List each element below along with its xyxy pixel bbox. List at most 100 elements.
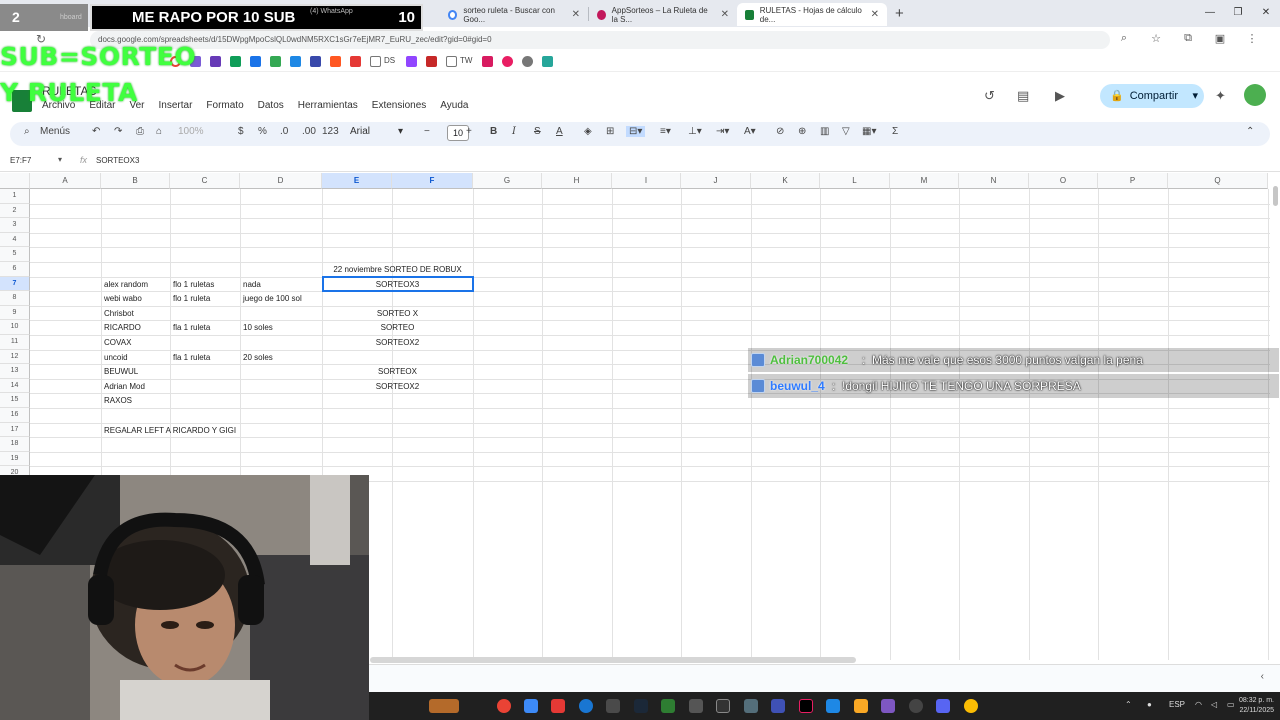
row-header[interactable]: 4 xyxy=(0,232,30,248)
horizontal-align-icon[interactable]: ≡▾ xyxy=(660,126,671,137)
search-icon[interactable]: ⌕ xyxy=(24,126,30,137)
paint-format-icon[interactable]: ⌂ xyxy=(156,126,162,137)
system-clock[interactable]: 08:32 p. m. 22/11/2025 xyxy=(1239,696,1274,716)
close-icon[interactable]: ✕ xyxy=(566,9,580,20)
row-header[interactable]: 17 xyxy=(0,422,30,438)
chrome-icon[interactable] xyxy=(964,699,978,713)
menu-ayuda[interactable]: Ayuda xyxy=(440,100,468,111)
app-icon[interactable] xyxy=(909,699,923,713)
bookmark-star-icon[interactable]: ☆ xyxy=(1148,32,1164,45)
comments-icon[interactable]: ▤ xyxy=(1017,88,1029,104)
app-icon[interactable] xyxy=(826,699,840,713)
widgets-icon[interactable] xyxy=(429,699,459,713)
cell-b13[interactable]: BEUWUL xyxy=(104,367,138,376)
bookmark-icon[interactable] xyxy=(210,56,221,67)
percent-button[interactable]: % xyxy=(258,126,267,137)
file-explorer-icon[interactable] xyxy=(854,699,868,713)
column-header[interactable]: M xyxy=(890,173,959,189)
volume-icon[interactable]: ◁ xyxy=(1211,700,1217,709)
vertical-align-icon[interactable]: ⊥▾ xyxy=(688,126,702,137)
row-header[interactable]: 10 xyxy=(0,320,30,335)
row-header[interactable]: 15 xyxy=(0,393,30,408)
battery-icon[interactable]: ▭ xyxy=(1227,700,1235,709)
currency-button[interactable]: $ xyxy=(238,126,244,137)
folder-icon[interactable] xyxy=(370,56,381,67)
bookmark-icon[interactable] xyxy=(230,56,241,67)
app-icon[interactable] xyxy=(551,699,565,713)
cell-c12[interactable]: fla 1 ruleta xyxy=(173,353,210,362)
chrome-menu-icon[interactable]: ⋮ xyxy=(1244,32,1260,45)
row-header[interactable]: 5 xyxy=(0,247,30,262)
language-indicator[interactable]: ESP xyxy=(1169,700,1185,709)
column-header[interactable]: E xyxy=(322,173,392,189)
menu-herramientas[interactable]: Herramientas xyxy=(298,100,358,111)
chevron-left-icon[interactable]: ‹ xyxy=(1261,671,1264,682)
app-icon[interactable] xyxy=(881,699,895,713)
borders-icon[interactable]: ⊞ xyxy=(606,126,614,137)
share-button[interactable]: 🔒 Compartir ▾ xyxy=(1100,84,1204,108)
column-header[interactable]: Q xyxy=(1168,173,1268,189)
bookmark-icon[interactable] xyxy=(290,56,301,67)
cell-d10[interactable]: 10 soles xyxy=(243,323,273,332)
mic-icon[interactable]: ● xyxy=(1147,700,1152,709)
sidebar-icon[interactable]: ▣ xyxy=(1212,32,1228,45)
edge-icon[interactable] xyxy=(579,699,593,713)
insert-chart-icon[interactable]: ▥ xyxy=(820,126,829,137)
cell-b11[interactable]: COVAX xyxy=(104,338,131,347)
cell-b8[interactable]: webi wabo xyxy=(104,294,142,303)
bookmark-tw[interactable]: TW xyxy=(460,56,472,65)
twitch-icon[interactable] xyxy=(406,56,417,67)
bookmark-icon[interactable] xyxy=(250,56,261,67)
column-header[interactable]: G xyxy=(473,173,542,189)
cell-e6[interactable]: 22 noviembre SORTEO DE ROBUX xyxy=(322,265,473,274)
menu-insertar[interactable]: Insertar xyxy=(159,100,193,111)
chevron-down-icon[interactable]: ▾ xyxy=(58,155,62,164)
menu-extensiones[interactable]: Extensiones xyxy=(372,100,426,111)
bookmark-icon[interactable] xyxy=(522,56,533,67)
browser-tab-search[interactable]: sorteo ruleta - Buscar con Goo... ✕ xyxy=(440,3,588,26)
cell-e9[interactable]: SORTEO X xyxy=(322,309,473,318)
cell-e10[interactable]: SORTEO xyxy=(322,323,473,332)
menus-button[interactable]: Menús xyxy=(40,126,70,137)
cell-e14[interactable]: SORTEOX2 xyxy=(322,382,473,391)
app-icon[interactable] xyxy=(744,699,758,713)
excel-icon[interactable] xyxy=(661,699,675,713)
url-field[interactable]: docs.google.com/spreadsheets/d/15DWpgMpo… xyxy=(90,31,1110,49)
text-wrap-icon[interactable]: ⇥▾ xyxy=(716,126,729,137)
row-header[interactable]: 14 xyxy=(0,378,30,394)
cell-e11[interactable]: SORTEOX2 xyxy=(322,338,473,347)
row-header[interactable]: 3 xyxy=(0,218,30,233)
cell-b10[interactable]: RICARDO xyxy=(104,323,141,332)
gemini-icon[interactable]: ✦ xyxy=(1215,88,1226,104)
column-header[interactable]: O xyxy=(1029,173,1098,189)
maximize-button[interactable]: ❐ xyxy=(1224,0,1252,27)
bookmark-icon[interactable] xyxy=(426,56,437,67)
browser-tab-ruletas[interactable]: RULETAS - Hojas de cálculo de... ✕ xyxy=(737,3,887,26)
bookmark-icon[interactable] xyxy=(502,56,513,67)
steam-icon[interactable] xyxy=(634,699,648,713)
column-header[interactable]: B xyxy=(101,173,170,189)
increase-decimal-button[interactable]: .00 xyxy=(302,126,316,137)
redo-icon[interactable]: ↷ xyxy=(114,126,122,137)
vertical-scrollbar[interactable] xyxy=(1273,186,1278,206)
fill-color-icon[interactable]: ◈ xyxy=(584,126,592,137)
text-rotation-icon[interactable]: A▾ xyxy=(744,126,756,137)
filter-icon[interactable]: ▽ xyxy=(842,126,850,137)
merge-cells-icon[interactable]: ⊟▾ xyxy=(626,126,646,137)
extensions-icon[interactable]: ⧉ xyxy=(1180,32,1196,45)
link-icon[interactable]: ⊘ xyxy=(776,126,784,137)
column-header[interactable]: C xyxy=(170,173,240,189)
cell-d12[interactable]: 20 soles xyxy=(243,353,273,362)
cell-c8[interactable]: flo 1 ruleta xyxy=(173,294,210,303)
cell-e13[interactable]: SORTEOX xyxy=(322,367,473,376)
cell-b9[interactable]: Chrisbot xyxy=(104,309,134,318)
bookmark-icon[interactable] xyxy=(270,56,281,67)
avatar[interactable] xyxy=(1244,84,1266,106)
row-header[interactable]: 12 xyxy=(0,349,30,365)
row-header[interactable]: 13 xyxy=(0,364,30,379)
cell-b12[interactable]: uncoid xyxy=(104,353,128,362)
cell-b17[interactable]: REGALAR LEFT A RICARDO Y GIGI xyxy=(104,426,236,435)
insert-comment-icon[interactable]: ⊕ xyxy=(798,126,806,137)
cell-d7[interactable]: nada xyxy=(243,280,261,289)
window-close-button[interactable]: ✕ xyxy=(1252,0,1280,27)
